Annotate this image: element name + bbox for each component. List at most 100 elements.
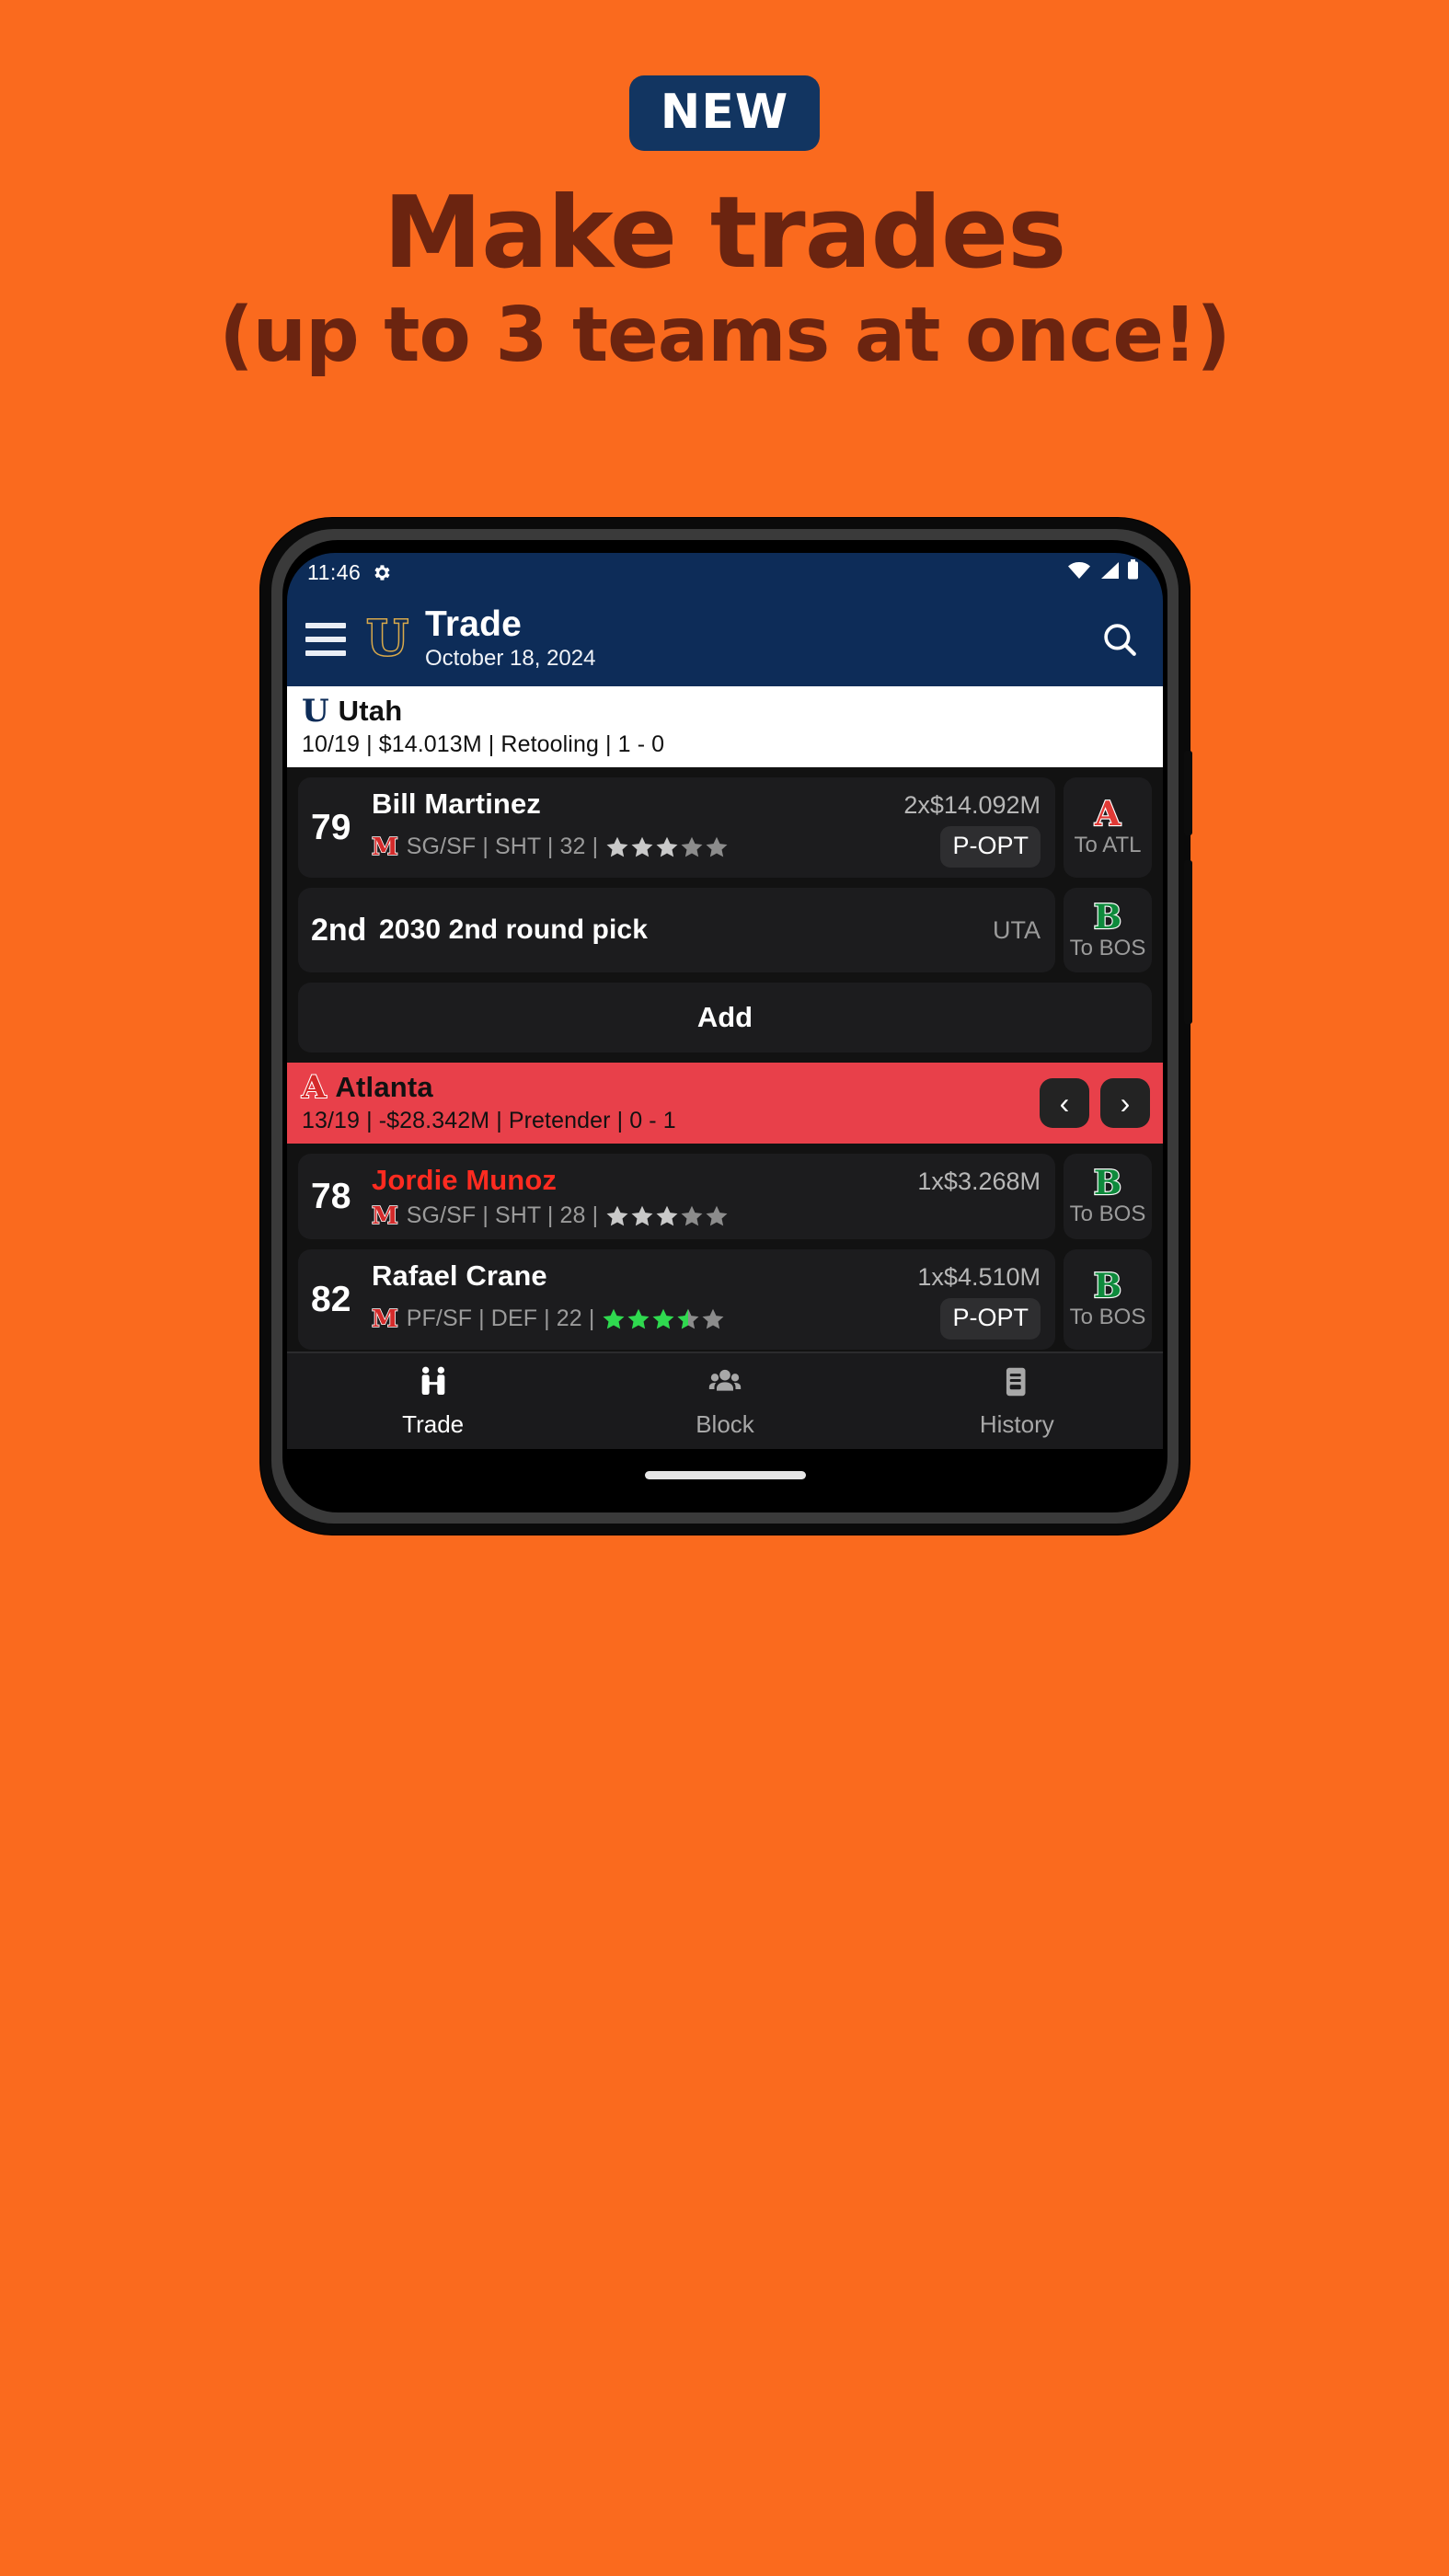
nav-item-label: History: [979, 1410, 1054, 1438]
phone-power-button[interactable]: [1184, 860, 1192, 1024]
player-overall: 79: [311, 808, 351, 847]
people-group-icon: [707, 1363, 743, 1405]
pick-name-row: 2030 2nd round pick UTA: [379, 914, 1041, 946]
trade-destination-label: To BOS: [1069, 1305, 1146, 1329]
star-icon: [631, 836, 653, 857]
trade-destination-button[interactable]: B To BOS: [1064, 1154, 1152, 1239]
player-name-row: Bill Martinez 2x$14.092M: [372, 788, 1041, 821]
player-details: Rafael Crane 1x$4.510M M PF/SF | DEF | 22 |…: [371, 1259, 1041, 1340]
page-title: Trade: [425, 604, 523, 644]
status-right-icons: [1067, 559, 1139, 585]
nav-item-history[interactable]: History: [871, 1363, 1163, 1439]
player-name-row: Jordie Munoz 1x$3.268M: [372, 1164, 1041, 1197]
team-header-atlanta[interactable]: A Atlanta 13/19 | -$28.342M | Pretender | …: [287, 1063, 1163, 1144]
status-bar: 11:46: [287, 553, 1163, 592]
add-asset-button-utah[interactable]: Add: [298, 983, 1152, 1052]
player-row[interactable]: 78 Jordie Munoz 1x$3.268M M SG/SF | SHT | 28…: [298, 1154, 1152, 1239]
team-letter-logo: B: [1093, 1164, 1123, 1202]
star-icon: [606, 1205, 628, 1225]
nav-item-label: Trade: [402, 1410, 465, 1438]
player-attributes-row: M SG/SF | SHT | 28 |: [371, 1202, 1041, 1230]
player-card[interactable]: 82 Rafael Crane 1x$4.510M M PF/SF | DEF | 22…: [298, 1249, 1055, 1350]
phone-mockup: 11:46 U Trade October 18, 2024 U Utah 10…: [260, 518, 1192, 1535]
player-position-meta: SG/SF | SHT | 32 |: [406, 834, 599, 859]
player-details: Jordie Munoz 1x$3.268M M SG/SF | SHT | 28 |: [371, 1164, 1041, 1230]
next-team-button[interactable]: ›: [1100, 1078, 1150, 1128]
team-letter-logo: A: [1094, 795, 1121, 834]
player-details: Bill Martinez 2x$14.092M M SG/SF | SHT | 32…: [371, 788, 1041, 868]
app-title-block: Trade October 18, 2024: [425, 604, 595, 673]
player-position-meta: PF/SF | DEF | 22 |: [406, 1305, 595, 1331]
player-rating-stars: [605, 835, 730, 859]
pick-card[interactable]: 2nd 2030 2nd round pick UTA: [298, 888, 1055, 972]
phone-volume-button[interactable]: [1184, 751, 1192, 835]
team-name: Utah: [338, 695, 403, 727]
star-icon: [627, 1308, 650, 1328]
promo-header: NEW Make trades (up to 3 teams at once!): [0, 0, 1449, 374]
nav-item-trade[interactable]: Trade: [287, 1363, 579, 1439]
hamburger-bar: [305, 636, 346, 642]
star-icon: [656, 836, 678, 857]
star-icon: [631, 1205, 653, 1225]
team-name-row: A Atlanta: [301, 1071, 1148, 1104]
team-assets-utah: 79 Bill Martinez 2x$14.092M M SG/SF | SHT | …: [287, 767, 1163, 1063]
trade-destination-button[interactable]: A To ATL: [1064, 777, 1152, 878]
player-card[interactable]: 79 Bill Martinez 2x$14.092M M SG/SF | SHT | …: [298, 777, 1055, 878]
pick-details: 2030 2nd round pick UTA: [379, 914, 1041, 946]
trade-destination-label: To BOS: [1069, 1202, 1146, 1226]
star-icon: [652, 1308, 674, 1328]
hamburger-menu-icon[interactable]: [305, 622, 346, 656]
pick-description: 2030 2nd round pick: [379, 914, 648, 945]
player-row[interactable]: 79 Bill Martinez 2x$14.092M M SG/SF | SHT | …: [298, 777, 1152, 878]
team-letter-logo: U: [301, 693, 330, 730]
player-attributes-row: M PF/SF | DEF | 22 | P-OPT: [371, 1298, 1041, 1340]
star-icon: [603, 1308, 625, 1328]
team-assets-atlanta: 78 Jordie Munoz 1x$3.268M M SG/SF | SHT | 28…: [287, 1144, 1163, 1351]
nav-item-block[interactable]: Block: [579, 1363, 870, 1439]
trade-destination-button[interactable]: B To BOS: [1064, 888, 1152, 972]
player-name: Bill Martinez: [372, 788, 541, 820]
app-bar: U Trade October 18, 2024: [287, 592, 1163, 686]
star-icon: [706, 836, 728, 857]
star-icon: [656, 1205, 678, 1225]
home-indicator-area: [287, 1449, 1163, 1501]
prev-team-button[interactable]: ‹: [1040, 1078, 1089, 1128]
team-meta: 10/19 | $14.013M | Retooling | 1 - 0: [302, 731, 665, 757]
trade-teams-list[interactable]: U Utah 10/19 | $14.013M | Retooling | 1 - …: [287, 686, 1163, 1351]
team-letter-logo: M: [371, 833, 398, 861]
team-letter-logo: B: [1093, 1267, 1123, 1305]
hamburger-bar: [305, 650, 346, 656]
player-contract: 1x$4.510M: [917, 1263, 1041, 1291]
home-indicator[interactable]: [644, 1470, 806, 1479]
pick-row[interactable]: 2nd 2030 2nd round pick UTA B To BOS: [298, 888, 1152, 972]
team-header-utah[interactable]: U Utah 10/19 | $14.013M | Retooling | 1 - …: [287, 686, 1163, 767]
player-position-meta: SG/SF | SHT | 28 |: [406, 1202, 599, 1228]
player-rating-stars: [602, 1307, 726, 1331]
nav-item-label: Block: [696, 1410, 754, 1438]
star-icon: [681, 1205, 703, 1225]
bottom-navigation[interactable]: Trade Block History: [287, 1351, 1163, 1449]
battery-icon: [1127, 559, 1139, 585]
phone-screen: 11:46 U Trade October 18, 2024 U Utah 10…: [287, 553, 1163, 1501]
trade-destination-button[interactable]: B To BOS: [1064, 1249, 1152, 1350]
player-contract: 2x$14.092M: [903, 791, 1041, 819]
pick-round: 2nd: [311, 913, 367, 948]
player-overall: 82: [311, 1280, 351, 1319]
hamburger-bar: [305, 622, 346, 628]
trade-destination-label: To ATL: [1074, 833, 1142, 857]
team-letter-logo: M: [371, 1202, 398, 1230]
promo-page: NEW Make trades (up to 3 teams at once!)…: [0, 0, 1449, 2576]
player-option-badge: P-OPT: [940, 826, 1041, 868]
star-icon: [606, 836, 628, 857]
logo-letter: U: [365, 610, 409, 667]
star-icon: [706, 1205, 728, 1225]
phone-inner: 11:46 U Trade October 18, 2024 U Utah 10…: [282, 540, 1167, 1512]
player-row[interactable]: 82 Rafael Crane 1x$4.510M M PF/SF | DEF | 22…: [298, 1249, 1152, 1350]
player-name: Rafael Crane: [372, 1259, 547, 1292]
player-name-row: Rafael Crane 1x$4.510M: [372, 1259, 1041, 1293]
new-badge: NEW: [628, 75, 821, 151]
team-meta: 13/19 | -$28.342M | Pretender | 0 - 1: [302, 1108, 676, 1133]
player-card[interactable]: 78 Jordie Munoz 1x$3.268M M SG/SF | SHT | 28…: [298, 1154, 1055, 1239]
status-time: 11:46: [307, 559, 362, 584]
search-icon[interactable]: [1100, 620, 1139, 659]
